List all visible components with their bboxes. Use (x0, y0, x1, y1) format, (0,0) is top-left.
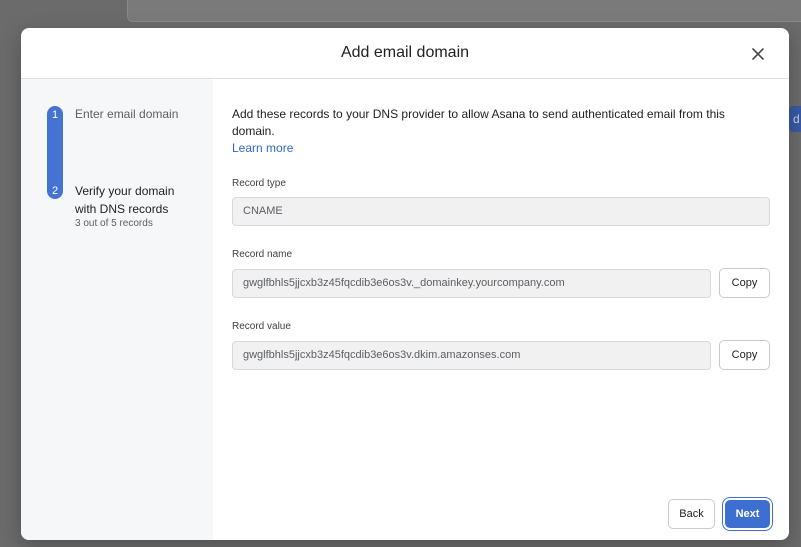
background-button: d e (789, 106, 801, 132)
next-button[interactable]: Next (725, 500, 770, 528)
record-value-label: Record value (232, 321, 291, 332)
record-value-row: gwglfbhls5jjcxb3z45fqcdib3e6os3v.dkim.am… (232, 340, 770, 370)
dialog-title: Add email domain (340, 44, 470, 61)
step-2-number: 2 (51, 185, 59, 197)
steps-sidebar: 1 Enter email domain 2 Verify your domai… (21, 79, 213, 540)
close-icon (752, 48, 764, 60)
step-2-label-line2: with DNS records (75, 202, 169, 216)
dns-records-panel: Add these records to your DNS provider t… (213, 79, 789, 540)
background-card (127, 0, 801, 22)
back-button[interactable]: Back (668, 499, 715, 529)
copy-record-value-button[interactable]: Copy (719, 340, 770, 370)
record-value-field: gwglfbhls5jjcxb3z45fqcdib3e6os3v.dkim.am… (232, 340, 711, 370)
step-2-progress-text: 3 out of 5 records (75, 218, 153, 229)
step-1-label: Enter email domain (75, 107, 179, 121)
dialog-body: 1 Enter email domain 2 Verify your domai… (21, 79, 789, 540)
record-type-label: Record type (232, 178, 286, 189)
close-button[interactable] (747, 43, 769, 65)
intro-sentence: Add these records to your DNS provider t… (232, 107, 725, 138)
dialog-header: Add email domain (21, 28, 789, 79)
step-2-label-line1: Verify your domain (75, 184, 175, 198)
intro-text: Add these records to your DNS provider t… (232, 106, 770, 157)
record-type-row: CNAME (232, 197, 770, 226)
record-name-field: gwglfbhls5jjcxb3z45fqcdib3e6os3v._domain… (232, 268, 711, 298)
add-email-domain-dialog: Add email domain 1 Enter email domain 2 … (21, 28, 789, 540)
record-name-row: gwglfbhls5jjcxb3z45fqcdib3e6os3v._domain… (232, 268, 770, 298)
learn-more-link[interactable]: Learn more (232, 141, 293, 155)
record-name-label: Record name (232, 249, 293, 260)
copy-record-name-button[interactable]: Copy (719, 268, 770, 298)
step-1-number: 1 (51, 109, 59, 121)
dialog-footer: Back Next (668, 499, 770, 529)
record-type-field: CNAME (232, 197, 770, 226)
